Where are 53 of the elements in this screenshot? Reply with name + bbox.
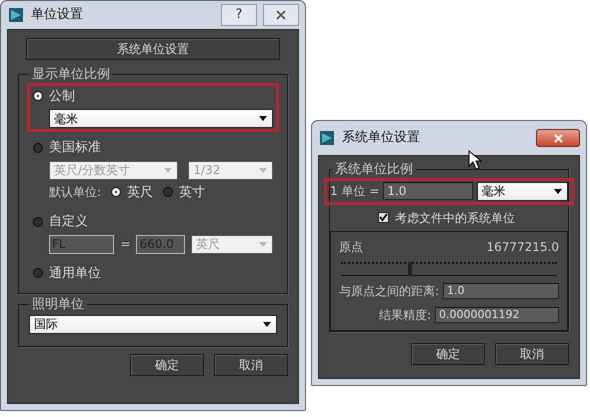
equals-sign: = [120, 236, 130, 254]
radio-button[interactable]: 英尺 [111, 182, 154, 202]
window-title: 系统单位设置 [342, 129, 420, 148]
app-logo-icon [7, 6, 25, 24]
section-label: 原点 [339, 238, 363, 256]
caret-icon [553, 188, 564, 195]
radio-button[interactable]: 通用单位 [33, 264, 273, 284]
group-title: 照明单位 [31, 297, 85, 313]
group-title: 系统单位比例 [334, 162, 414, 178]
radio-button[interactable]: 自定义 [33, 212, 273, 232]
app-logo-icon [318, 129, 336, 147]
checkbox[interactable]: 考虑文件中的系统单位 [378, 208, 515, 227]
dialog-button[interactable]: 确定 [411, 342, 485, 365]
caret-icon [258, 240, 268, 248]
close-button[interactable] [536, 129, 580, 147]
input-field[interactable]: 0.0000001192 [435, 306, 559, 323]
slider-thumb[interactable] [408, 262, 412, 276]
dialog-button[interactable]: 确定 [130, 354, 204, 376]
close-button[interactable] [263, 4, 299, 26]
caret-icon [262, 320, 272, 328]
dropdown[interactable]: 国际 [29, 314, 277, 334]
system-unit-setup-button[interactable]: 系统单位设置 [26, 38, 280, 60]
checkbox-icon [378, 212, 389, 224]
radio-icon[interactable] [111, 187, 122, 198]
caret-icon [258, 115, 268, 122]
radio-icon[interactable] [33, 91, 43, 102]
input-field[interactable]: 1.0 [383, 182, 473, 200]
close-icon [552, 132, 564, 144]
help-button[interactable]: ? [221, 4, 257, 26]
close-icon [275, 9, 287, 21]
radio-icon[interactable] [33, 216, 43, 227]
origin-value: 16777215.0 [486, 238, 559, 256]
radio-icon[interactable] [33, 142, 43, 153]
radio-icon[interactable] [163, 187, 174, 198]
radio-button[interactable]: 公制 [33, 86, 273, 106]
field-label: 默认单位: [49, 184, 102, 202]
dropdown[interactable]: 毫米 [49, 109, 273, 128]
radio-button[interactable]: 英寸 [163, 182, 206, 202]
input-field[interactable]: 1.0 [443, 282, 559, 299]
radio-icon[interactable] [33, 268, 43, 278]
caret-icon [163, 166, 174, 174]
dropdown[interactable]: 毫米 [476, 182, 568, 201]
radio-button[interactable]: 美国标准 [33, 138, 273, 158]
field-label: 1 单位 = [330, 183, 380, 200]
dialog-button[interactable]: 取消 [214, 354, 288, 376]
field-label: 结果精度: [378, 306, 431, 324]
group-title: 显示单位比例 [31, 67, 111, 83]
dialog-button[interactable]: 取消 [495, 342, 569, 365]
window-title: 单位设置 [31, 6, 83, 24]
slider-track[interactable] [341, 262, 557, 276]
cursor-icon [468, 150, 482, 170]
field-label: 与原点之间的距离: [339, 282, 440, 300]
caret-icon [258, 166, 268, 174]
